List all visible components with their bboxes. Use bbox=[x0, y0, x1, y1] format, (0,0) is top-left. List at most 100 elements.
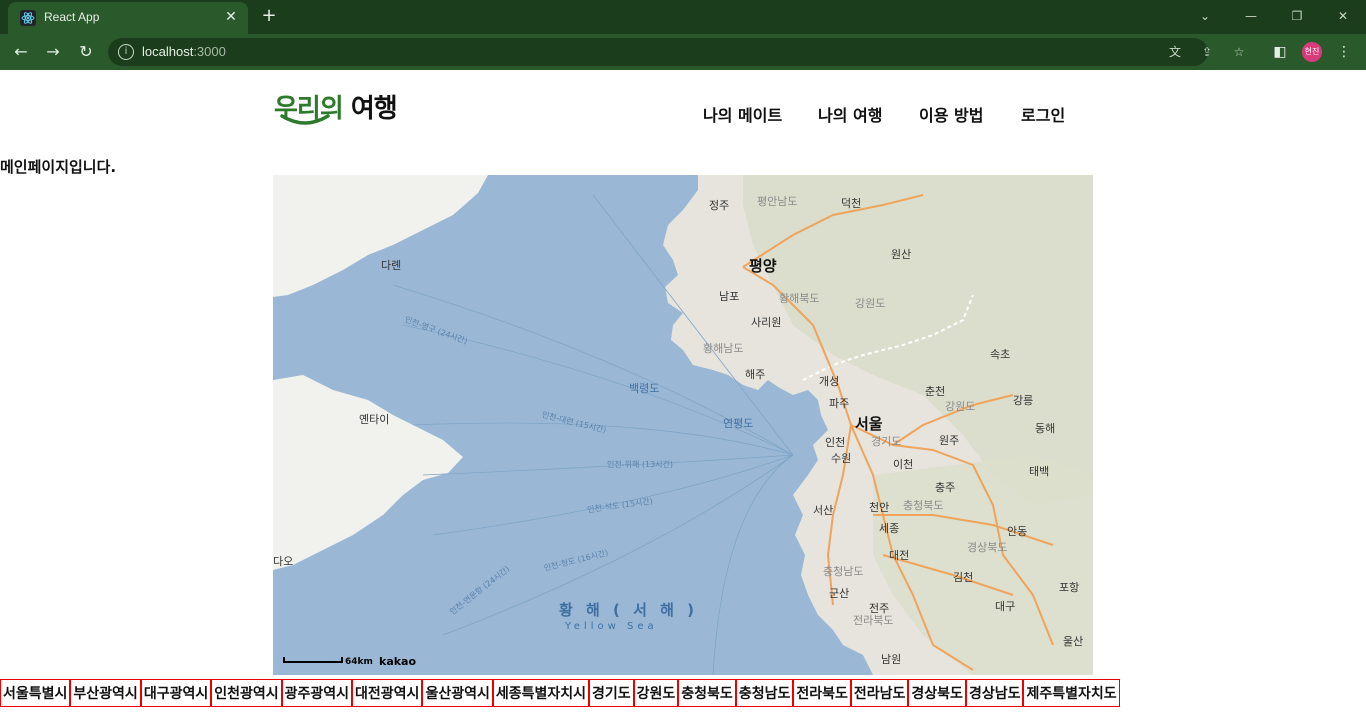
restore-icon[interactable]: ❐ bbox=[1286, 6, 1308, 26]
nav-how-to-use[interactable]: 이용 방법 bbox=[919, 102, 983, 126]
region-button[interactable]: 강원도 bbox=[633, 679, 679, 707]
map-label-nampo: 남포 bbox=[719, 290, 740, 303]
browser-toolbar: ← → ↻ i localhost:3000 文 ⇪ ☆ ◧ 현진 ⋮ bbox=[0, 34, 1366, 70]
map-label-pyongannamdo: 평안남도 bbox=[757, 195, 798, 208]
map-label-daegu: 대구 bbox=[995, 600, 1016, 613]
map-label-incheon: 인천 bbox=[825, 436, 846, 449]
map-label-sariwon: 사리원 bbox=[751, 316, 782, 329]
region-button[interactable]: 광주광역시 bbox=[281, 679, 353, 707]
browser-tab-bar: React App ✕ + ⌄ — ❐ ✕ bbox=[0, 0, 1366, 34]
map-label-sokcho: 속초 bbox=[990, 348, 1011, 361]
map-scale-label: 64km bbox=[345, 657, 373, 667]
main-message: 메인페이지입니다. bbox=[0, 158, 117, 176]
region-button[interactable]: 전라남도 bbox=[850, 679, 909, 707]
page-content: 우리의 여행 나의 메이트 나의 여행 이용 방법 로그인 메인페이지입니다. bbox=[0, 70, 1366, 728]
map-label-haeju: 해주 bbox=[745, 368, 766, 381]
address-bar[interactable]: i localhost:3000 文 ⇪ ☆ bbox=[108, 38, 1244, 66]
region-button[interactable]: 대구광역시 bbox=[140, 679, 212, 707]
avatar[interactable]: 현진 bbox=[1302, 42, 1322, 62]
chevron-down-icon[interactable]: ⌄ bbox=[1194, 6, 1216, 26]
url-text: localhost:3000 bbox=[142, 44, 226, 59]
tab-title: React App bbox=[44, 10, 100, 24]
map-label-chungju: 충주 bbox=[935, 481, 956, 494]
map-label-dalian: 다롄 bbox=[381, 259, 402, 272]
plus-icon[interactable]: + bbox=[258, 6, 280, 28]
map-label-taebaek: 태백 bbox=[1029, 465, 1050, 478]
map-label-pohang: 포항 bbox=[1059, 581, 1080, 594]
map-label-deokcheon: 덕천 bbox=[841, 197, 862, 210]
map-label-andong: 안동 bbox=[1007, 525, 1028, 538]
nav-my-trip[interactable]: 나의 여행 bbox=[818, 102, 882, 126]
map-label-cheonan: 천안 bbox=[869, 501, 890, 514]
map-label-jeonbuk: 전라북도 bbox=[853, 614, 894, 627]
minimize-icon[interactable]: — bbox=[1240, 6, 1262, 26]
reload-icon[interactable]: ↻ bbox=[75, 41, 97, 63]
map-label-yellow-sea-en: Yellow Sea bbox=[565, 621, 658, 632]
map-label-baengnyeongdo: 백령도 bbox=[629, 382, 660, 395]
map-label-chungbuk: 충청북도 bbox=[903, 499, 944, 512]
share-icon[interactable]: ⇪ bbox=[1198, 44, 1216, 60]
map-label-gyeongbuk: 경상북도 bbox=[967, 541, 1008, 554]
map-label-yeonpyeongdo: 연평도 bbox=[723, 417, 754, 430]
kebab-menu-icon[interactable]: ⋮ bbox=[1334, 42, 1354, 62]
map-label-seosan: 서산 bbox=[813, 504, 834, 517]
region-button[interactable]: 부산광역시 bbox=[70, 679, 141, 707]
browser-tab[interactable]: React App ✕ bbox=[8, 2, 248, 34]
map-scale-bar bbox=[283, 657, 343, 663]
map-label-yantai: 옌타이 bbox=[359, 413, 390, 426]
region-list: 서울특별시 부산광역시 대구광역시 인천광역시 광주광역시 대전광역시 울산광역… bbox=[0, 679, 1120, 707]
translate-icon[interactable]: 文 bbox=[1166, 44, 1184, 60]
map-label-suwon: 수원 bbox=[831, 452, 852, 465]
region-button[interactable]: 충청북도 bbox=[678, 679, 736, 707]
site-logo[interactable]: 우리의 여행 bbox=[274, 88, 424, 132]
map-label-gimcheon: 김천 bbox=[953, 571, 974, 584]
region-button[interactable]: 경기도 bbox=[589, 679, 634, 707]
map-label-gangwondo-south: 강원도 bbox=[945, 400, 976, 413]
region-button[interactable]: 세종특별자치시 bbox=[492, 679, 590, 707]
map-label-donghae: 동해 bbox=[1035, 422, 1056, 435]
map-label-yellow-sea-ko: 황 해 ( 서 해 ) bbox=[559, 601, 699, 619]
nav-my-mate[interactable]: 나의 메이트 bbox=[703, 102, 782, 126]
region-button[interactable]: 전라북도 bbox=[793, 679, 851, 707]
smile-icon bbox=[280, 114, 330, 125]
react-icon bbox=[20, 10, 36, 26]
region-button[interactable]: 인천광역시 bbox=[211, 679, 282, 707]
map-label-gunsan: 군산 bbox=[829, 587, 850, 600]
side-panel-icon[interactable]: ◧ bbox=[1270, 42, 1290, 62]
map-label-gangneung: 강릉 bbox=[1013, 394, 1034, 407]
window-close-icon[interactable]: ✕ bbox=[1332, 6, 1354, 26]
map-attribution[interactable]: kakao bbox=[379, 655, 416, 668]
map-label-wonju: 원주 bbox=[939, 434, 960, 447]
region-button[interactable]: 울산광역시 bbox=[422, 679, 493, 707]
map-label-hwanghaebukdo: 황해북도 bbox=[779, 292, 820, 305]
map-label-gangwondo-north: 강원도 bbox=[855, 297, 886, 310]
map-label-seoul: 서울 bbox=[855, 415, 883, 433]
arrow-right-icon[interactable]: → bbox=[42, 41, 64, 63]
region-button[interactable]: 서울특별시 bbox=[0, 679, 71, 707]
nav-login[interactable]: 로그인 bbox=[1021, 102, 1065, 126]
region-button[interactable]: 경상남도 bbox=[965, 679, 1024, 707]
map-label-daewo: 다오 bbox=[273, 555, 294, 568]
star-icon[interactable]: ☆ bbox=[1230, 44, 1248, 60]
map-label-paju: 파주 bbox=[829, 397, 850, 410]
map-label-kaesong: 개성 bbox=[819, 375, 840, 388]
close-icon[interactable]: ✕ bbox=[222, 8, 240, 26]
region-button[interactable]: 경상북도 bbox=[908, 679, 966, 707]
arrow-left-icon[interactable]: ← bbox=[10, 41, 32, 63]
map-label-sejong: 세종 bbox=[879, 522, 900, 535]
map-label-chuncheon: 춘천 bbox=[925, 385, 946, 398]
map-label-namwon: 남원 bbox=[881, 653, 902, 666]
region-button[interactable]: 대전광역시 bbox=[352, 679, 423, 707]
kakao-map[interactable]: 평양 서울 남포 사리원 해주 개성 파주 인천 수원 이천 원주 춘천 강릉 … bbox=[273, 175, 1093, 675]
map-label-jeongju: 정주 bbox=[709, 199, 730, 212]
map-label-route-weihai: 인천-위해 (13시간) bbox=[607, 460, 674, 469]
map-label-chungnam: 충청남도 bbox=[823, 565, 864, 578]
map-label-daejeon: 대전 bbox=[889, 549, 910, 562]
info-icon[interactable]: i bbox=[118, 44, 134, 60]
region-button[interactable]: 제주특별자치도 bbox=[1023, 679, 1120, 707]
map-label-ulsan: 울산 bbox=[1063, 635, 1084, 648]
map-label-pyongyang: 평양 bbox=[749, 257, 777, 275]
map-label-icheon: 이천 bbox=[893, 458, 914, 471]
map-label-wonsan: 원산 bbox=[891, 248, 912, 261]
region-button[interactable]: 충청남도 bbox=[735, 679, 794, 707]
